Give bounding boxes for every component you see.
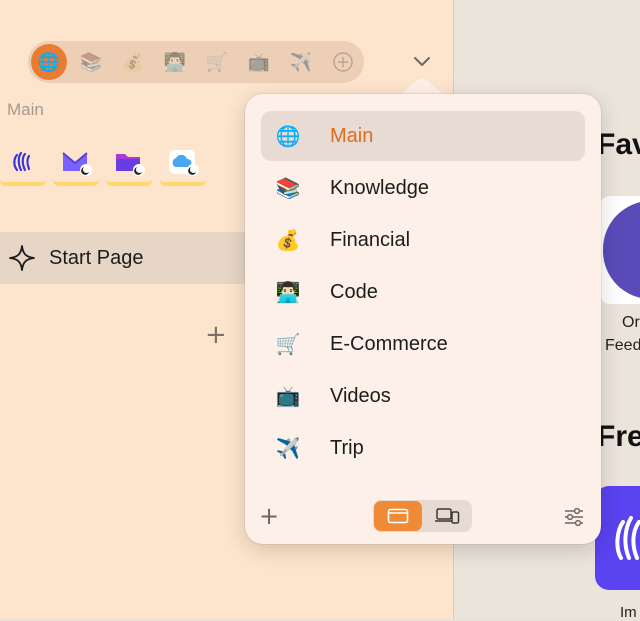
- proton-drive-icon[interactable]: [106, 142, 152, 186]
- add-space-icon[interactable]: [325, 44, 361, 80]
- spaces-menu-popover: 🌐 Main 📚 Knowledge 💰 Financial 👨🏻‍💻 Code…: [245, 94, 601, 544]
- airplane-icon: ✈️: [275, 437, 301, 460]
- settings-sliders-icon[interactable]: [563, 506, 585, 528]
- laptop-phone-icon: [435, 508, 460, 524]
- devices-view-button[interactable]: [423, 501, 471, 531]
- menu-item-label: E-Commerce: [330, 332, 448, 355]
- money-bag-icon[interactable]: 💰: [115, 44, 151, 80]
- cloud-app-icon[interactable]: [160, 142, 206, 186]
- technologist-icon[interactable]: 👨🏻‍💻: [157, 44, 193, 80]
- menu-item-knowledge[interactable]: 📚 Knowledge: [261, 163, 585, 213]
- add-space-button[interactable]: +: [259, 502, 279, 530]
- globe-icon: 🌐: [275, 125, 301, 148]
- menu-item-label: Videos: [330, 384, 391, 407]
- add-tab-button[interactable]: +: [205, 320, 227, 350]
- window-view-button[interactable]: [374, 501, 422, 531]
- hand-wave-icon: [615, 516, 640, 560]
- menu-item-financial[interactable]: 💰 Financial: [261, 215, 585, 265]
- menu-item-videos[interactable]: 📺 Videos: [261, 371, 585, 421]
- menu-item-label: Trip: [330, 436, 364, 459]
- browser-window-icon: [387, 508, 409, 524]
- sparkle-icon: [9, 245, 35, 271]
- menu-item-code[interactable]: 👨🏻‍💻 Code: [261, 267, 585, 317]
- frequent-heading: Fre: [597, 420, 640, 453]
- frequent-card[interactable]: [595, 486, 640, 590]
- card-subtitle: Feed: [605, 337, 640, 354]
- television-icon[interactable]: 📺: [241, 44, 277, 80]
- start-page-item[interactable]: Start Page: [0, 232, 260, 284]
- menu-item-label: Main: [330, 124, 374, 147]
- menu-item-label: Knowledge: [330, 176, 429, 199]
- books-icon: 📚: [275, 177, 301, 200]
- hand-wave-app-icon[interactable]: [0, 142, 46, 186]
- menu-item-trip[interactable]: ✈️ Trip: [261, 423, 585, 473]
- view-mode-toggle: [373, 500, 472, 532]
- menu-item-label: Code: [330, 280, 378, 303]
- television-icon: 📺: [275, 385, 301, 408]
- menu-item-label: Financial: [330, 228, 411, 251]
- proton-mail-icon[interactable]: [53, 142, 99, 186]
- money-bag-icon: 💰: [275, 229, 301, 252]
- menu-item-main[interactable]: 🌐 Main: [261, 111, 585, 161]
- airplane-icon[interactable]: ✈️: [283, 44, 319, 80]
- globe-icon[interactable]: 🌐: [31, 44, 67, 80]
- chevron-down-icon[interactable]: [411, 50, 433, 72]
- start-page-label: Start Page: [49, 247, 144, 269]
- favorites-heading: Fav: [597, 128, 640, 161]
- card-label: Im: [620, 604, 637, 621]
- menu-item-ecommerce[interactable]: 🛒 E-Commerce: [261, 319, 585, 369]
- space-switcher-bar: 🌐 📚 💰 👨🏻‍💻 🛒 📺 ✈️: [28, 41, 364, 83]
- books-icon[interactable]: 📚: [73, 44, 109, 80]
- technologist-icon: 👨🏻‍💻: [275, 281, 301, 304]
- section-label: Main: [7, 100, 44, 119]
- shopping-cart-icon: 🛒: [275, 333, 301, 356]
- card-title: Or: [622, 314, 640, 331]
- shopping-cart-icon[interactable]: 🛒: [199, 44, 235, 80]
